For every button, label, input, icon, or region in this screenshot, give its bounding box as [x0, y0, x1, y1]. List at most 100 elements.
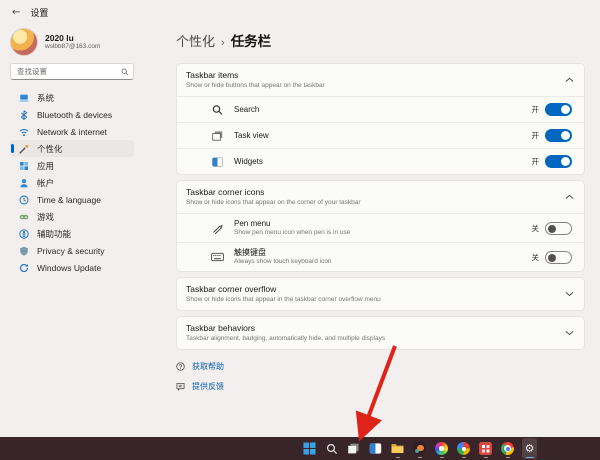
task-view-icon: [211, 130, 224, 142]
active-window-indicator: [526, 457, 534, 459]
pen-menu-toggle[interactable]: [545, 222, 572, 235]
user-name: 2020 lu: [45, 33, 100, 43]
sidebar-item-personalization[interactable]: 个性化: [10, 140, 134, 157]
personalization-icon: [19, 144, 29, 154]
sidebar-item-time-language[interactable]: Time & language: [10, 191, 134, 208]
pen-menu-icon: [211, 222, 224, 234]
sidebar-item-apps[interactable]: 应用: [10, 157, 134, 174]
chevron-up-icon[interactable]: [565, 194, 574, 200]
section-taskbar-corner-icons: Taskbar corner icons Show or hide icons …: [176, 180, 585, 272]
task-view-taskbar-icon[interactable]: [346, 438, 361, 459]
selected-indicator: [11, 144, 14, 153]
accessibility-icon: [19, 229, 29, 239]
search-icon: [121, 68, 129, 76]
avatar: [10, 28, 38, 56]
search-icon: [211, 104, 224, 116]
photos-icon[interactable]: [456, 438, 471, 459]
widgets-toggle[interactable]: [545, 155, 572, 168]
sidebar-item-privacy-security[interactable]: Privacy & security: [10, 242, 134, 259]
section-title: Taskbar behaviors: [186, 323, 557, 334]
chevron-down-icon[interactable]: [565, 291, 574, 297]
setting-row-pen-menu: Pen menu Show pen menu icon when pen is …: [177, 213, 584, 242]
section-taskbar-corner-overflow-header[interactable]: Taskbar corner overflow Show or hide ico…: [177, 278, 584, 310]
toggle-state-label: 开: [532, 130, 540, 141]
app-grid-red-icon[interactable]: [478, 438, 493, 459]
titlebar: ← 设置: [12, 6, 48, 19]
feedback-link[interactable]: 提供反馈: [176, 381, 224, 392]
sidebar-item-network-internet[interactable]: Network & internet: [10, 123, 134, 140]
section-subtitle: Show or hide icons that appear on the co…: [186, 199, 557, 207]
sidebar-item-label: 辅助功能: [37, 228, 71, 240]
taskbar-icons: ⚙: [302, 437, 537, 460]
search-input[interactable]: [15, 66, 121, 77]
running-indicator: [396, 457, 400, 459]
sidebar-item-accounts[interactable]: 帐户: [10, 174, 134, 191]
windows-start-icon[interactable]: [302, 438, 317, 459]
touch-keyboard-toggle[interactable]: [545, 251, 572, 264]
sidebar-item-label: Time & language: [37, 195, 101, 205]
setting-sublabel: Show pen menu icon when pen is in use: [234, 229, 350, 237]
feedback-icon: [176, 382, 185, 391]
toggle-state-label: 开: [532, 104, 540, 115]
sidebar-item-bluetooth-devices[interactable]: Bluetooth & devices: [10, 106, 134, 123]
task-view-toggle[interactable]: [545, 129, 572, 142]
sidebar-item-label: 个性化: [37, 143, 63, 155]
sidebar-item-label: 帐户: [37, 177, 54, 189]
get-help-label: 获取帮助: [192, 361, 224, 372]
widgets-taskbar-icon[interactable]: [368, 438, 383, 459]
get-help-link[interactable]: 获取帮助: [176, 361, 224, 372]
media-app-icon[interactable]: [412, 438, 427, 459]
sidebar-item-label: Windows Update: [37, 263, 101, 273]
section-taskbar-behaviors-header[interactable]: Taskbar behaviors Taskbar alignment, bad…: [177, 317, 584, 349]
section-subtitle: Show or hide icons that appear in the ta…: [186, 296, 557, 304]
chevron-down-icon[interactable]: [565, 330, 574, 336]
section-taskbar-items: Taskbar items Show or hide buttons that …: [176, 63, 585, 175]
sidebar-nav: 系统 Bluetooth & devices Network & interne…: [10, 89, 134, 276]
section-subtitle: Show or hide buttons that appear on the …: [186, 82, 557, 90]
setting-label: Pen menu: [234, 219, 350, 229]
running-indicator: [506, 457, 510, 459]
search-box[interactable]: [10, 63, 134, 80]
sidebar-item-accessibility[interactable]: 辅助功能: [10, 225, 134, 242]
sidebar-item-windows-update[interactable]: Windows Update: [10, 259, 134, 276]
setting-row-widgets: Widgets 开: [177, 148, 584, 174]
main-content: 个性化 › 任务栏 Taskbar items Show or hide but…: [176, 30, 585, 401]
get-help-icon: [176, 362, 185, 371]
taskbar: ⚙: [0, 437, 600, 460]
color-wheel-icon[interactable]: [434, 438, 449, 459]
user-profile[interactable]: 2020 lu wslbb87@163.com: [10, 28, 134, 56]
back-icon[interactable]: ←: [12, 7, 20, 18]
sidebar-item-label: 系统: [37, 92, 54, 104]
section-taskbar-corner-overflow: Taskbar corner overflow Show or hide ico…: [176, 277, 585, 311]
setting-row-search: Search 开: [177, 96, 584, 122]
chevron-up-icon[interactable]: [565, 77, 574, 83]
chrome-icon[interactable]: [500, 438, 515, 459]
search-toggle[interactable]: [545, 103, 572, 116]
network-icon: [19, 127, 29, 137]
breadcrumb-parent[interactable]: 个性化: [176, 31, 215, 50]
section-taskbar-items-header[interactable]: Taskbar items Show or hide buttons that …: [177, 64, 584, 96]
feedback-label: 提供反馈: [192, 381, 224, 392]
setting-label: Search: [234, 105, 259, 115]
file-explorer-icon[interactable]: [390, 438, 405, 459]
section-taskbar-corner-icons-header[interactable]: Taskbar corner icons Show or hide icons …: [177, 181, 584, 213]
setting-row-touch-keyboard: 触摸键盘 Always show touch keyboard icon 关: [177, 242, 584, 271]
touch-keyboard-icon: [211, 251, 224, 263]
user-email: wslbb87@163.com: [45, 43, 100, 51]
setting-label: Task view: [234, 131, 269, 141]
sidebar-item-system[interactable]: 系统: [10, 89, 134, 106]
sidebar-item-label: Privacy & security: [37, 246, 105, 256]
bluetooth-icon: [19, 110, 29, 120]
sidebar-item-label: Bluetooth & devices: [37, 110, 112, 120]
settings-taskbar-icon[interactable]: ⚙: [522, 438, 537, 459]
breadcrumb: 个性化 › 任务栏: [176, 30, 585, 50]
widgets-icon: [211, 156, 224, 168]
running-indicator: [484, 457, 488, 459]
sidebar-item-gaming[interactable]: 游戏: [10, 208, 134, 225]
page-title: 任务栏: [231, 30, 272, 50]
gear-icon: ⚙: [525, 443, 535, 454]
settings-window: ← 设置 2020 lu wslbb87@163.com 系统 Bluetoot…: [0, 0, 600, 437]
taskbar-search-icon[interactable]: [324, 438, 339, 459]
running-indicator: [418, 457, 422, 459]
toggle-state-label: 关: [532, 223, 540, 234]
